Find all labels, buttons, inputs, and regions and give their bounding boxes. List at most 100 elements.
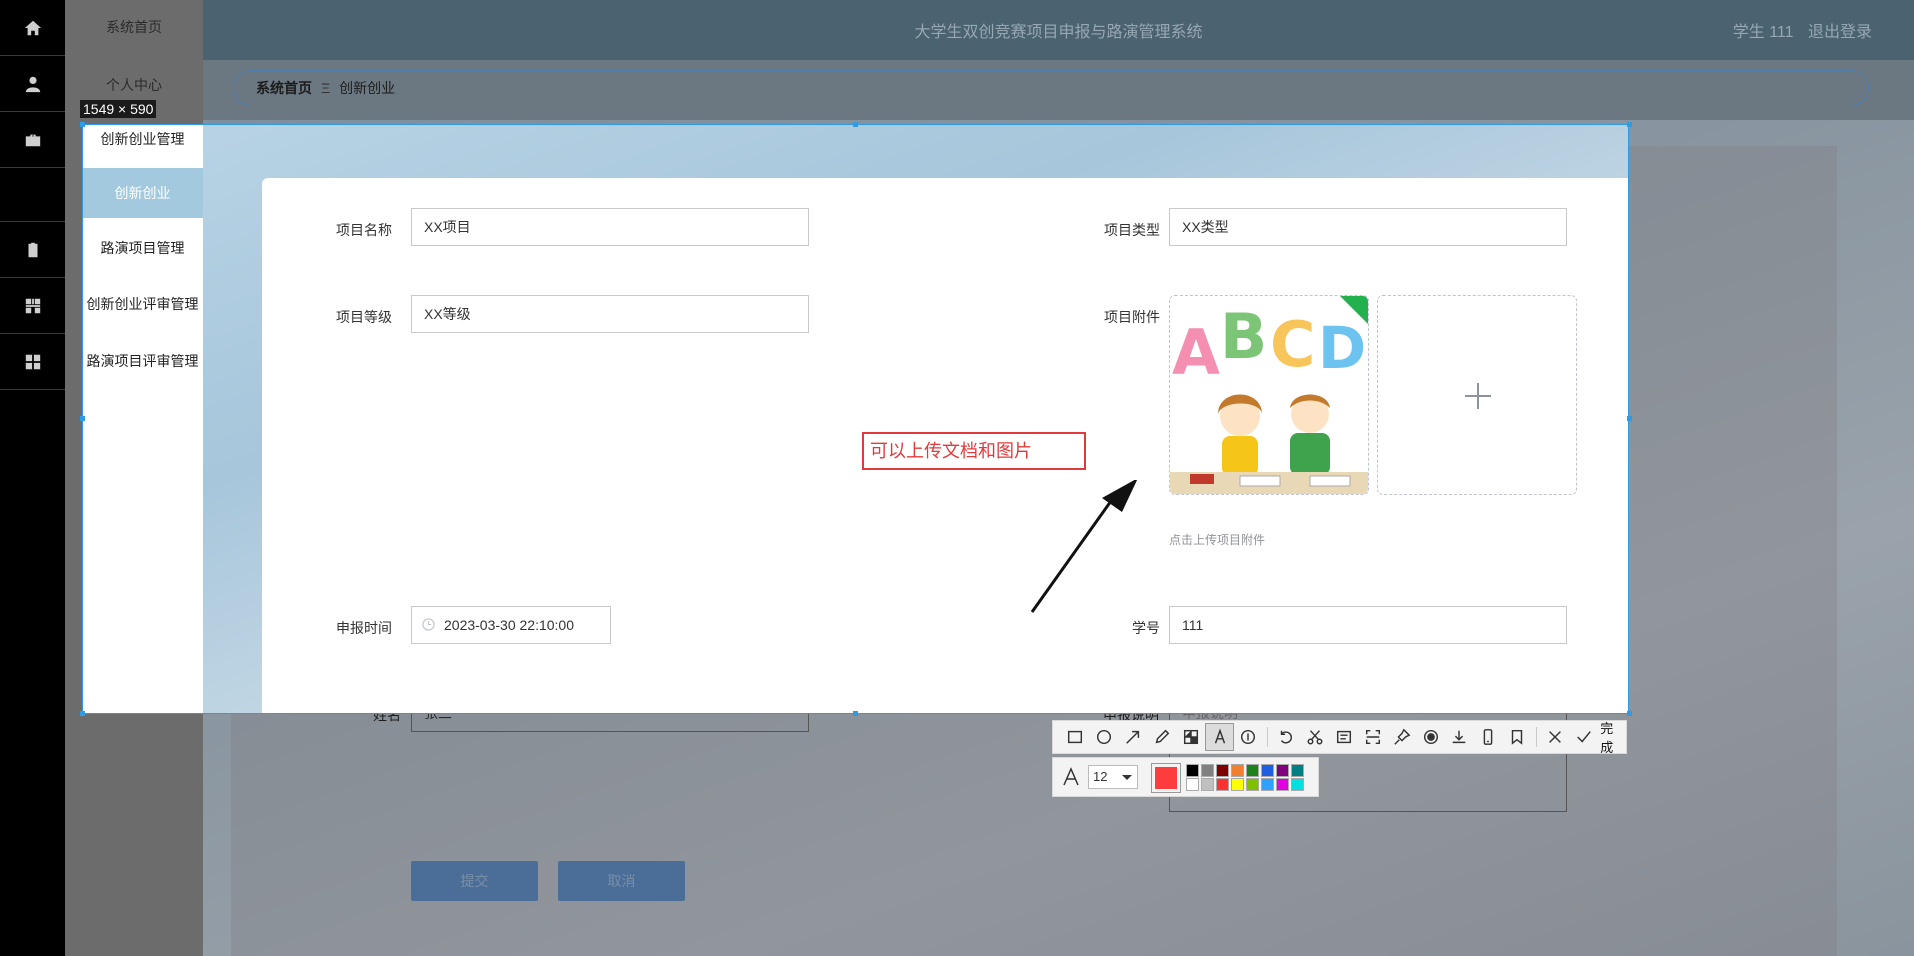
user-icon[interactable] (0, 56, 65, 112)
record-icon[interactable] (1416, 723, 1445, 751)
font-icon (1063, 767, 1079, 786)
resize-handle-bl[interactable] (80, 711, 85, 716)
app-title: 大学生双创竞赛项目申报与路演管理系统 (914, 24, 1203, 41)
project-name-input[interactable]: XX项目 (411, 208, 809, 246)
capture-region: 创新创业管理 创新创业 路演项目管理 创新创业评审管理 路演项目评审管理 项目名… (82, 124, 1629, 714)
resize-handle-br[interactable] (1627, 711, 1632, 716)
color-swatch[interactable] (1216, 764, 1229, 777)
sidebar-item-innovation-review[interactable]: 创新创业评审管理 (82, 294, 203, 314)
pen-tool-icon[interactable] (1148, 723, 1177, 751)
toolbar-separator (1535, 727, 1537, 747)
briefcase-icon[interactable] (0, 112, 65, 168)
color-swatch[interactable] (1186, 778, 1199, 791)
capture-toolbar: 完成 (1052, 718, 1627, 756)
abcd-kids-image: A B C D (1170, 296, 1368, 494)
attachment-label: 项目附件 (1104, 309, 1160, 325)
color-swatch[interactable] (1291, 764, 1304, 777)
breadcrumb: 系统首页 Ξ 创新创业 (233, 70, 1869, 106)
cut-icon[interactable] (1301, 723, 1330, 751)
done-button[interactable]: 完成 (1600, 718, 1626, 756)
student-id-input[interactable]: 111 (1169, 606, 1567, 644)
project-type-label: 项目类型 (1104, 222, 1160, 238)
empty-rail-slot (0, 168, 65, 222)
mosaic-tool-icon[interactable] (1176, 723, 1205, 751)
color-swatch[interactable] (1261, 764, 1274, 777)
color-swatch[interactable] (1276, 778, 1289, 791)
resize-handle-tl[interactable] (80, 122, 85, 127)
color-swatch[interactable] (1246, 764, 1259, 777)
capture-sidebar: 创新创业管理 创新创业 路演项目管理 创新创业评审管理 路演项目评审管理 (82, 124, 203, 714)
breadcrumb-bar: 系统首页 Ξ 创新创业 (203, 60, 1914, 120)
text-tool-icon[interactable] (1205, 723, 1235, 751)
close-icon[interactable] (1541, 723, 1570, 751)
ellipse-tool-icon[interactable] (1090, 723, 1119, 751)
upload-add-button[interactable] (1377, 295, 1577, 495)
project-type-input[interactable]: XX类型 (1169, 208, 1567, 246)
font-size-select[interactable]: 12 (1088, 765, 1138, 789)
svg-text:B: B (1220, 300, 1267, 373)
pin-icon[interactable] (1387, 723, 1416, 751)
check-icon[interactable] (1569, 723, 1598, 751)
undo-icon[interactable] (1272, 723, 1301, 751)
clipboard-icon[interactable] (0, 222, 65, 278)
sidebar-item-roadshow-mgmt[interactable]: 路演项目管理 (82, 238, 203, 258)
svg-text:A: A (1172, 316, 1220, 389)
attachment-thumbnail[interactable]: A B C D (1169, 295, 1369, 495)
rectangle-tool-icon[interactable] (1061, 723, 1090, 751)
color-swatch[interactable] (1201, 778, 1214, 791)
grid-icon[interactable] (0, 278, 65, 334)
user-area: 学生 111 退出登录 (1723, 18, 1872, 42)
text-options-toolbar: 12 (1052, 757, 1319, 797)
color-swatch[interactable] (1216, 778, 1229, 791)
clock-icon (422, 618, 435, 631)
project-level-label: 项目等级 (336, 309, 392, 325)
color-swatch[interactable] (1201, 764, 1214, 777)
breadcrumb-current: 创新创业 (339, 80, 396, 96)
home-icon[interactable] (0, 0, 65, 56)
sidebar-item-innovation-mgmt[interactable]: 创新创业管理 (82, 129, 203, 149)
resize-handle-l[interactable] (80, 416, 85, 421)
download-icon[interactable] (1445, 723, 1474, 751)
ocr-icon[interactable] (1330, 723, 1359, 751)
attachment-hint: 点击上传项目附件 (1169, 533, 1266, 547)
serial-number-tool-icon[interactable] (1234, 723, 1263, 751)
sidebar-item-home[interactable]: 系统首页 (65, 0, 203, 54)
current-color-swatch[interactable] (1151, 763, 1181, 793)
color-swatch[interactable] (1231, 778, 1244, 791)
apps-icon[interactable] (0, 334, 65, 390)
logout-link[interactable]: 退出登录 (1808, 24, 1872, 41)
annotation-arrow[interactable] (1030, 480, 1140, 620)
student-id-label: 学号 (1132, 620, 1160, 636)
annotation-textbox[interactable]: 可以上传文档和图片 (862, 432, 1086, 470)
color-swatch[interactable] (1261, 778, 1274, 791)
apply-time-label: 申报时间 (336, 620, 392, 636)
resize-handle-t[interactable] (853, 122, 858, 127)
capture-size-label: 1549 × 590 (80, 100, 157, 118)
bookmark-icon[interactable] (1503, 723, 1532, 751)
cancel-button[interactable]: 取消 (558, 861, 685, 901)
toolbar-separator (1266, 727, 1268, 747)
color-swatch[interactable] (1231, 764, 1244, 777)
svg-text:C: C (1270, 308, 1316, 381)
color-swatch[interactable] (1291, 778, 1304, 791)
breadcrumb-home[interactable]: 系统首页 (256, 78, 312, 98)
submit-button[interactable]: 提交 (411, 861, 538, 901)
scan-icon[interactable] (1358, 723, 1387, 751)
color-swatch[interactable] (1276, 764, 1289, 777)
sidebar-item-roadshow-review[interactable]: 路演项目评审管理 (82, 351, 203, 371)
sidebar-item-innovation[interactable]: 创新创业 (82, 168, 203, 218)
apply-time-value: 2023-03-30 22:10:00 (444, 617, 574, 633)
phone-icon[interactable] (1474, 723, 1503, 751)
arrow-tool-icon[interactable] (1119, 723, 1148, 751)
project-level-input[interactable]: XX等级 (411, 295, 809, 333)
apply-time-picker[interactable]: 2023-03-30 22:10:00 (411, 606, 611, 644)
svg-text:D: D (1318, 314, 1366, 382)
color-palette (1186, 764, 1305, 791)
breadcrumb-separator: Ξ (321, 80, 331, 96)
resize-handle-r[interactable] (1627, 416, 1632, 421)
color-swatch[interactable] (1186, 764, 1199, 777)
resize-handle-tr[interactable] (1627, 122, 1632, 127)
color-swatch[interactable] (1246, 778, 1259, 791)
user-name: 学生 111 (1732, 24, 1794, 41)
resize-handle-b[interactable] (853, 711, 858, 716)
